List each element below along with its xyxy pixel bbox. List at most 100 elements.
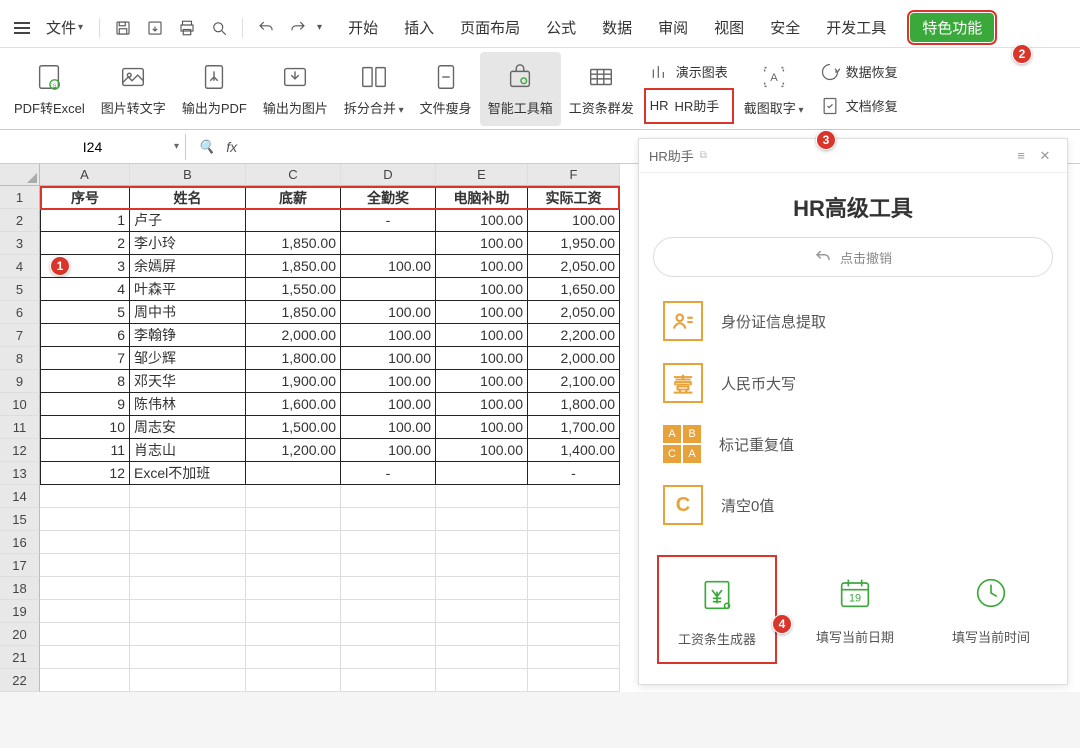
cell[interactable]: 100.00: [528, 209, 620, 232]
cell[interactable]: 1,550.00: [246, 278, 341, 301]
cell[interactable]: 周中书: [130, 301, 246, 324]
cell[interactable]: [40, 623, 130, 646]
tab-安全[interactable]: 安全: [768, 13, 802, 42]
cell[interactable]: [436, 600, 528, 623]
cell[interactable]: [246, 577, 341, 600]
cell[interactable]: 卢子: [130, 209, 246, 232]
cell[interactable]: 1,700.00: [528, 416, 620, 439]
cell[interactable]: -: [341, 462, 436, 485]
cell[interactable]: 100.00: [341, 301, 436, 324]
tab-审阅[interactable]: 审阅: [656, 13, 690, 42]
row-header[interactable]: 11: [0, 416, 40, 439]
cell[interactable]: [341, 278, 436, 301]
cell[interactable]: [246, 485, 341, 508]
cell[interactable]: [436, 669, 528, 692]
row-header[interactable]: 22: [0, 669, 40, 692]
row-header[interactable]: 15: [0, 508, 40, 531]
row-header[interactable]: 3: [0, 232, 40, 255]
pdf-to-excel-button[interactable]: SPDF转Excel: [6, 52, 93, 126]
cell[interactable]: 100.00: [341, 439, 436, 462]
cell[interactable]: [246, 209, 341, 232]
hr-assistant-button[interactable]: HRHR助手: [646, 90, 732, 122]
cell[interactable]: 周志安: [130, 416, 246, 439]
cell[interactable]: [436, 462, 528, 485]
row-header[interactable]: 10: [0, 393, 40, 416]
cell[interactable]: 100.00: [436, 393, 528, 416]
tab-开发工具[interactable]: 开发工具: [824, 13, 888, 42]
col-header[interactable]: D: [341, 164, 436, 186]
cell[interactable]: [130, 531, 246, 554]
cell[interactable]: 李翰铮: [130, 324, 246, 347]
cell[interactable]: [528, 508, 620, 531]
cell[interactable]: 10: [40, 416, 130, 439]
cell[interactable]: [246, 462, 341, 485]
payslip-send-button[interactable]: 工资条群发: [561, 52, 642, 126]
col-header[interactable]: F: [528, 164, 620, 186]
name-box[interactable]: ▾: [0, 134, 186, 160]
cell[interactable]: [341, 232, 436, 255]
cell[interactable]: 1,900.00: [246, 370, 341, 393]
row-header[interactable]: 8: [0, 347, 40, 370]
cell[interactable]: [130, 554, 246, 577]
hr-clear-zero[interactable]: C 清空0值: [663, 485, 1053, 525]
cell[interactable]: [130, 508, 246, 531]
cell[interactable]: [341, 577, 436, 600]
row-header[interactable]: 16: [0, 531, 40, 554]
table-header-cell[interactable]: 底薪: [246, 186, 341, 209]
image-to-text-button[interactable]: 图片转文字: [93, 52, 174, 126]
chevron-down-icon[interactable]: ▾: [174, 141, 179, 152]
cell[interactable]: 1,850.00: [246, 255, 341, 278]
table-header-cell[interactable]: 序号: [40, 186, 130, 209]
file-slim-button[interactable]: 文件瘦身: [412, 52, 480, 126]
cell[interactable]: 1,200.00: [246, 439, 341, 462]
cell[interactable]: [130, 646, 246, 669]
panel-menu-icon[interactable]: ≡: [1009, 148, 1033, 163]
cell[interactable]: 肖志山: [130, 439, 246, 462]
tab-插入[interactable]: 插入: [402, 13, 436, 42]
smart-toolbox-button[interactable]: 智能工具箱: [480, 52, 561, 126]
cell[interactable]: Excel不加班: [130, 462, 246, 485]
cell[interactable]: 100.00: [341, 416, 436, 439]
cell[interactable]: [130, 623, 246, 646]
cell[interactable]: 7: [40, 347, 130, 370]
col-header[interactable]: C: [246, 164, 341, 186]
cell[interactable]: [528, 577, 620, 600]
doc-repair-button[interactable]: 文档修复: [816, 90, 902, 122]
row-header[interactable]: 18: [0, 577, 40, 600]
cell[interactable]: [40, 600, 130, 623]
col-header[interactable]: E: [436, 164, 528, 186]
cell[interactable]: [40, 485, 130, 508]
cell[interactable]: [528, 485, 620, 508]
cell[interactable]: 100.00: [341, 255, 436, 278]
cell[interactable]: [246, 508, 341, 531]
cell[interactable]: [40, 669, 130, 692]
pin-icon[interactable]: ⧉: [700, 150, 707, 161]
cell[interactable]: 100.00: [341, 370, 436, 393]
cell[interactable]: 6: [40, 324, 130, 347]
cell[interactable]: 100.00: [436, 416, 528, 439]
col-header[interactable]: A: [40, 164, 130, 186]
cell[interactable]: [341, 508, 436, 531]
cell[interactable]: [528, 646, 620, 669]
tab-数据[interactable]: 数据: [600, 13, 634, 42]
present-chart-button[interactable]: 演示图表: [646, 56, 732, 88]
row-header[interactable]: 20: [0, 623, 40, 646]
col-header[interactable]: B: [130, 164, 246, 186]
cell[interactable]: [436, 485, 528, 508]
row-header[interactable]: 2: [0, 209, 40, 232]
cell[interactable]: 100.00: [436, 232, 528, 255]
table-header-cell[interactable]: 实际工资: [528, 186, 620, 209]
cell[interactable]: 100.00: [436, 255, 528, 278]
hr-idcard-extract[interactable]: 身份证信息提取: [663, 301, 1053, 341]
cell[interactable]: [40, 554, 130, 577]
cell[interactable]: 12: [40, 462, 130, 485]
row-header[interactable]: 14: [0, 485, 40, 508]
tab-页面布局[interactable]: 页面布局: [458, 13, 522, 42]
data-recover-button[interactable]: 数据恢复: [816, 56, 902, 88]
cell[interactable]: [40, 508, 130, 531]
cell[interactable]: 余嫣屏: [130, 255, 246, 278]
hr-undo-button[interactable]: 点击撤销: [653, 237, 1053, 277]
export-pdf-button[interactable]: 输出为PDF: [174, 52, 255, 126]
tab-special-features[interactable]: 特色功能: [910, 13, 994, 42]
cell[interactable]: [130, 669, 246, 692]
